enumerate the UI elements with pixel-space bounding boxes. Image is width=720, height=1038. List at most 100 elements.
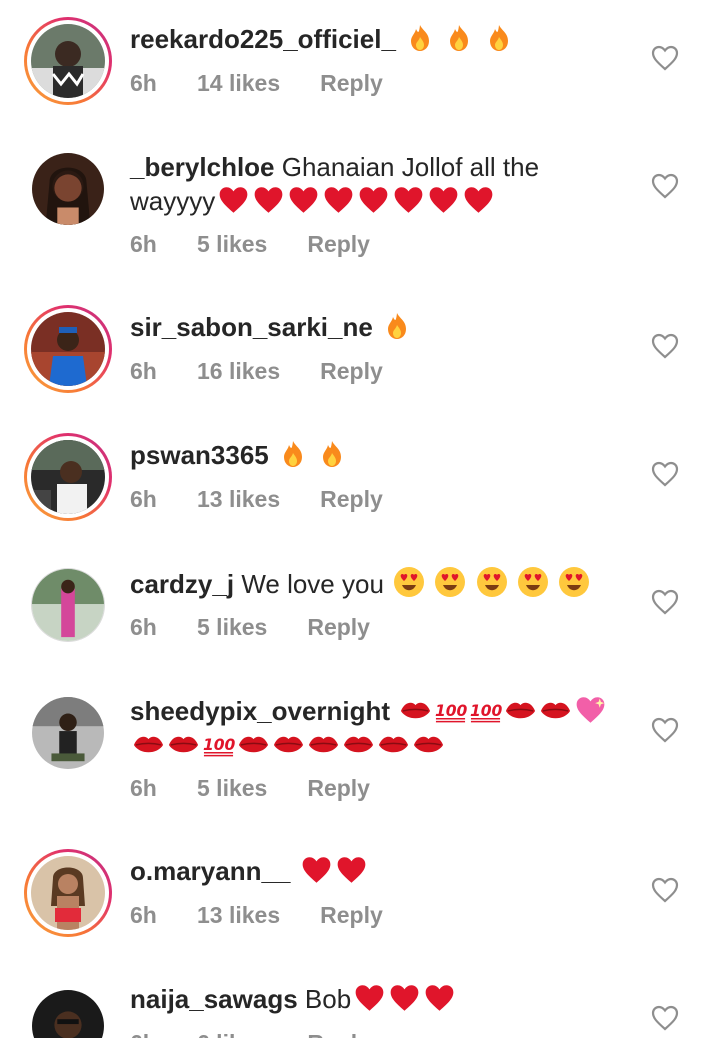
svg-text:100: 100 — [470, 702, 502, 720]
heart-icon — [425, 985, 454, 1011]
hundred-points-icon: 100 — [435, 702, 467, 723]
emoji-group — [351, 984, 456, 1014]
heart-outline-icon[interactable] — [651, 877, 679, 903]
comment-likes[interactable]: 5 likes — [197, 231, 267, 258]
comment-username[interactable]: pswan3365 — [130, 440, 269, 470]
avatar-photo — [32, 569, 104, 641]
avatar-photo — [32, 697, 104, 769]
avatar[interactable] — [24, 982, 112, 1038]
comment-likes[interactable]: 13 likes — [197, 486, 280, 513]
emoji-group — [391, 567, 590, 599]
comment-text: pswan3365 — [130, 438, 630, 472]
heart-icon — [302, 857, 330, 883]
reply-button[interactable]: Reply — [320, 358, 383, 385]
kiss-mark-icon — [273, 736, 304, 753]
comment-likes[interactable]: 14 likes — [197, 70, 280, 97]
hundred-points-icon: 100 — [203, 736, 235, 757]
avatar[interactable] — [24, 305, 112, 393]
comment-username[interactable]: sheedypix_overnight — [130, 696, 390, 726]
heart-outline-icon[interactable] — [651, 173, 679, 199]
comment-likes[interactable]: 5 likes — [197, 614, 267, 641]
avatar-photo — [31, 24, 105, 98]
heart-eyes-icon — [517, 567, 548, 597]
avatar-photo — [32, 153, 104, 225]
comment-text: naija_sawags Bob — [130, 982, 630, 1016]
heart-icon — [390, 985, 419, 1011]
reply-button[interactable]: Reply — [307, 775, 370, 802]
comment-text: reekardo225_officiel_ — [130, 22, 630, 56]
avatar[interactable] — [24, 17, 112, 105]
kiss-mark-icon — [308, 736, 339, 753]
kiss-mark-icon — [506, 702, 536, 719]
kiss-mark-icon — [133, 736, 164, 753]
heart-outline-icon[interactable] — [651, 45, 679, 71]
avatar[interactable] — [24, 689, 112, 777]
comment-meta: 6h 6 likes Reply — [130, 1030, 370, 1038]
heart-outline-icon[interactable] — [651, 589, 679, 615]
comment-likes[interactable]: 13 likes — [197, 902, 280, 929]
comment-username[interactable]: naija_sawags — [130, 984, 298, 1014]
heart-icon — [359, 187, 388, 213]
comment-time: 6h — [130, 358, 157, 384]
heart-outline-icon[interactable] — [651, 1005, 679, 1031]
svg-text:100: 100 — [435, 702, 467, 720]
heart-icon — [337, 857, 365, 883]
comment-item: sheedypix_overnight 100 100 100 6h 5 likes… — [0, 672, 720, 832]
kiss-mark-icon — [238, 736, 269, 753]
heart-icon — [254, 187, 283, 213]
fire-icon — [411, 25, 430, 51]
avatar[interactable] — [24, 561, 112, 649]
heart-eyes-icon — [559, 567, 590, 597]
emoji-group — [276, 440, 347, 470]
comment-username[interactable]: sir_sabon_sarki_ne — [130, 312, 373, 342]
avatar[interactable] — [24, 849, 112, 937]
reply-button[interactable]: Reply — [320, 902, 383, 929]
comment-text: cardzy_j We love you — [130, 566, 630, 601]
fire-icon — [388, 313, 407, 339]
comment-item: cardzy_j We love you 6h 5 likes Reply — [0, 544, 720, 672]
comment-likes[interactable]: 5 likes — [197, 775, 267, 802]
comment-time: 6h — [130, 70, 157, 96]
comment-item: pswan3365 6h 13 likes Reply — [0, 416, 720, 544]
heart-icon — [464, 187, 493, 213]
avatar[interactable] — [24, 145, 112, 233]
comment-meta: 6h 5 likes Reply — [130, 614, 370, 641]
comment-time: 6h — [130, 486, 157, 512]
heart-outline-icon[interactable] — [651, 461, 679, 487]
reply-button[interactable]: Reply — [307, 1030, 370, 1038]
heart-eyes-icon — [435, 567, 466, 597]
reply-button[interactable]: Reply — [307, 614, 370, 641]
reply-button[interactable]: Reply — [320, 70, 383, 97]
hundred-points-icon: 100 — [470, 702, 502, 723]
fire-icon — [323, 441, 342, 467]
comment-likes[interactable]: 16 likes — [197, 358, 280, 385]
heart-outline-icon[interactable] — [651, 717, 679, 743]
comment-likes[interactable]: 6 likes — [197, 1030, 267, 1038]
svg-text:100: 100 — [203, 736, 235, 754]
reply-button[interactable]: Reply — [307, 231, 370, 258]
emoji-group — [403, 24, 513, 54]
emoji-group — [380, 312, 412, 342]
comment-body: Bob — [304, 984, 352, 1014]
fire-icon — [489, 25, 508, 51]
comment-body: We love you — [241, 569, 384, 599]
comment-username[interactable]: reekardo225_officiel_ — [130, 24, 396, 54]
reply-button[interactable]: Reply — [320, 486, 383, 513]
comment-username[interactable]: _berylchloe — [130, 152, 275, 182]
comment-username[interactable]: cardzy_j — [130, 569, 234, 599]
avatar-photo — [31, 856, 105, 930]
heart-icon — [355, 985, 384, 1011]
avatar[interactable] — [24, 433, 112, 521]
heart-icon — [289, 187, 318, 213]
comment-meta: 6h 16 likes Reply — [130, 358, 383, 385]
comment-meta: 6h 5 likes Reply — [130, 231, 370, 258]
heart-eyes-icon — [476, 567, 507, 597]
comment-time: 6h — [130, 1030, 197, 1038]
emoji-group — [298, 856, 368, 886]
comment-item: reekardo225_officiel_ 6h 14 likes Reply — [0, 0, 720, 128]
comment-text: sheedypix_overnight 100 100 100 — [130, 694, 630, 762]
heart-outline-icon[interactable] — [651, 333, 679, 359]
comment-username[interactable]: o.maryann__ — [130, 856, 290, 886]
fire-icon — [283, 441, 302, 467]
kiss-mark-icon — [413, 736, 444, 753]
